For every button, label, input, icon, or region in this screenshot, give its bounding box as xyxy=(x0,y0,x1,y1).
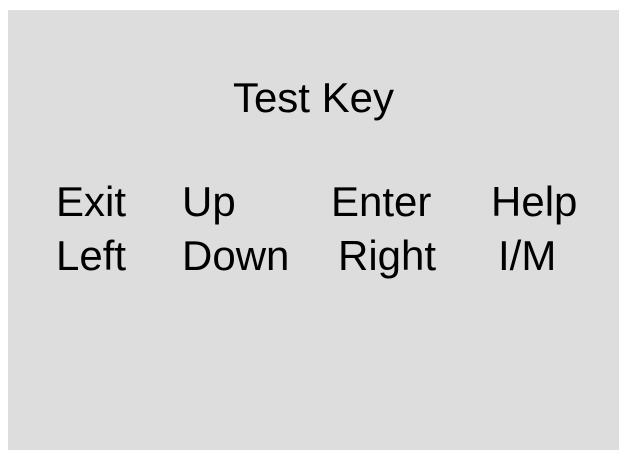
screen-title: Test Key xyxy=(232,74,395,121)
test-key-screen: Test Key Exit Up Enter Help Left Down Ri… xyxy=(8,10,619,450)
key-up: Up xyxy=(182,178,236,225)
key-down: Down xyxy=(182,232,290,279)
key-right: Right xyxy=(338,232,437,279)
key-enter: Enter xyxy=(331,178,432,225)
key-exit: Exit xyxy=(56,178,127,225)
key-left: Left xyxy=(56,232,127,279)
key-help: Help xyxy=(491,178,578,225)
key-im: I/M xyxy=(498,232,557,279)
